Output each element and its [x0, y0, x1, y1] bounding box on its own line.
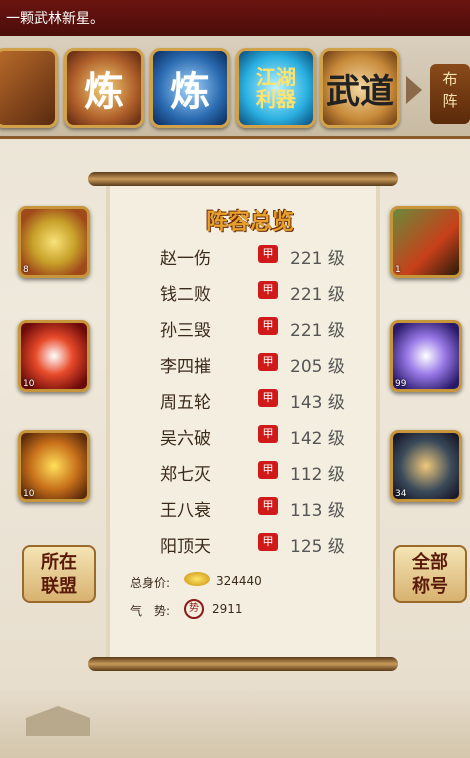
roster-row[interactable]: 王八衰 甲 113 级	[110, 490, 376, 526]
member-name: 李四摧	[160, 357, 211, 377]
level-label: 10	[23, 379, 35, 389]
marquee-bar: 一颗武林新星。	[0, 0, 470, 39]
member-name: 孙三毁	[160, 321, 211, 341]
member-level: 221 级	[290, 285, 345, 305]
roster-row[interactable]: 孙三毁 甲 221 级	[110, 310, 376, 346]
jia-badge-icon: 甲	[258, 353, 278, 371]
marquee-text: 一颗武林新星。	[6, 11, 104, 27]
scroll-rod-top	[88, 172, 398, 186]
total-value-label: 总身价:	[130, 576, 171, 590]
total-value-line: 总身价: 324440	[130, 572, 262, 602]
member-level: 113 级	[290, 501, 345, 521]
level-label: 99	[395, 379, 407, 389]
member-level: 221 级	[290, 321, 345, 341]
level-label: 1	[395, 265, 401, 275]
scroll-right-arrow-icon[interactable]	[406, 76, 422, 104]
member-level: 142 级	[290, 429, 345, 449]
roster-row[interactable]: 吴六破 甲 142 级	[110, 418, 376, 454]
jia-badge-icon: 甲	[258, 245, 278, 263]
roster-scroll: 阵容总览 赵一伤 甲 221 级 钱二败 甲 221 级 孙三毁 甲 221 级…	[106, 186, 380, 657]
member-level: 143 级	[290, 393, 345, 413]
skill-partial-icon[interactable]	[0, 48, 58, 128]
coin-medal-icon[interactable]: 8	[18, 206, 90, 278]
alliance-button[interactable]: 所在 联盟	[22, 545, 96, 603]
member-name: 阳顶天	[160, 537, 211, 557]
house-decoration-icon	[26, 706, 90, 736]
total-value: 324440	[216, 574, 262, 588]
level-label: 34	[395, 489, 407, 499]
buzhen-button[interactable]: 布阵	[430, 64, 470, 124]
skill-lian-water-icon[interactable]: 炼	[150, 48, 230, 128]
jia-badge-icon: 甲	[258, 497, 278, 515]
member-level: 125 级	[290, 537, 345, 557]
level-label: 10	[23, 489, 35, 499]
member-level: 221 级	[290, 249, 345, 269]
scroll-rod-bottom	[88, 657, 398, 671]
momentum-value: 2911	[212, 602, 243, 616]
roster-row[interactable]: 郑七灭 甲 112 级	[110, 454, 376, 490]
skill-strip: 炼 炼 江湖利器 武道	[0, 36, 470, 139]
roster-row[interactable]: 阳顶天 甲 125 级	[110, 526, 376, 562]
momentum-label: 气 势:	[130, 604, 171, 618]
skill-wudao-icon[interactable]: 武道	[320, 48, 400, 128]
member-name: 王八衰	[160, 501, 211, 521]
jia-badge-icon: 甲	[258, 317, 278, 335]
gold-ingot-icon	[184, 572, 210, 586]
warrior-portrait-icon[interactable]: 34	[390, 430, 462, 502]
jia-badge-icon: 甲	[258, 533, 278, 551]
roster-row[interactable]: 赵一伤 甲 221 级	[110, 238, 376, 274]
level-label: 8	[23, 265, 29, 275]
bottom-landscape	[0, 690, 470, 758]
board-game-icon[interactable]: 1	[390, 206, 462, 278]
roster-title: 阵容总览	[205, 209, 294, 235]
jia-badge-icon: 甲	[258, 461, 278, 479]
roster-totals: 总身价: 324440 气 势: 势 2911	[130, 572, 262, 630]
member-name: 吴六破	[160, 429, 211, 449]
spear-strike-icon[interactable]: 99	[390, 320, 462, 392]
skill-jianghu-liqi-icon[interactable]: 江湖利器	[236, 48, 316, 128]
flame-sword-icon[interactable]: 10	[18, 320, 90, 392]
momentum-seal-icon: 势	[184, 599, 204, 619]
member-name: 周五轮	[160, 393, 211, 413]
jia-badge-icon: 甲	[258, 425, 278, 443]
all-titles-button-label: 全部 称号	[412, 552, 448, 597]
member-name: 赵一伤	[160, 249, 211, 269]
roster-row[interactable]: 李四摧 甲 205 级	[110, 346, 376, 382]
jia-badge-icon: 甲	[258, 389, 278, 407]
roster-row[interactable]: 钱二败 甲 221 级	[110, 274, 376, 310]
roster-row[interactable]: 周五轮 甲 143 级	[110, 382, 376, 418]
member-name: 钱二败	[160, 285, 211, 305]
martial-arts-icon[interactable]: 10	[18, 430, 90, 502]
member-name: 郑七灭	[160, 465, 211, 485]
member-level: 205 级	[290, 357, 345, 377]
jia-badge-icon: 甲	[258, 281, 278, 299]
skill-lian-fire-icon[interactable]: 炼	[64, 48, 144, 128]
member-level: 112 级	[290, 465, 345, 485]
alliance-button-label: 所在 联盟	[41, 552, 77, 597]
momentum-line: 气 势: 势 2911	[130, 599, 243, 630]
all-titles-button[interactable]: 全部 称号	[393, 545, 467, 603]
